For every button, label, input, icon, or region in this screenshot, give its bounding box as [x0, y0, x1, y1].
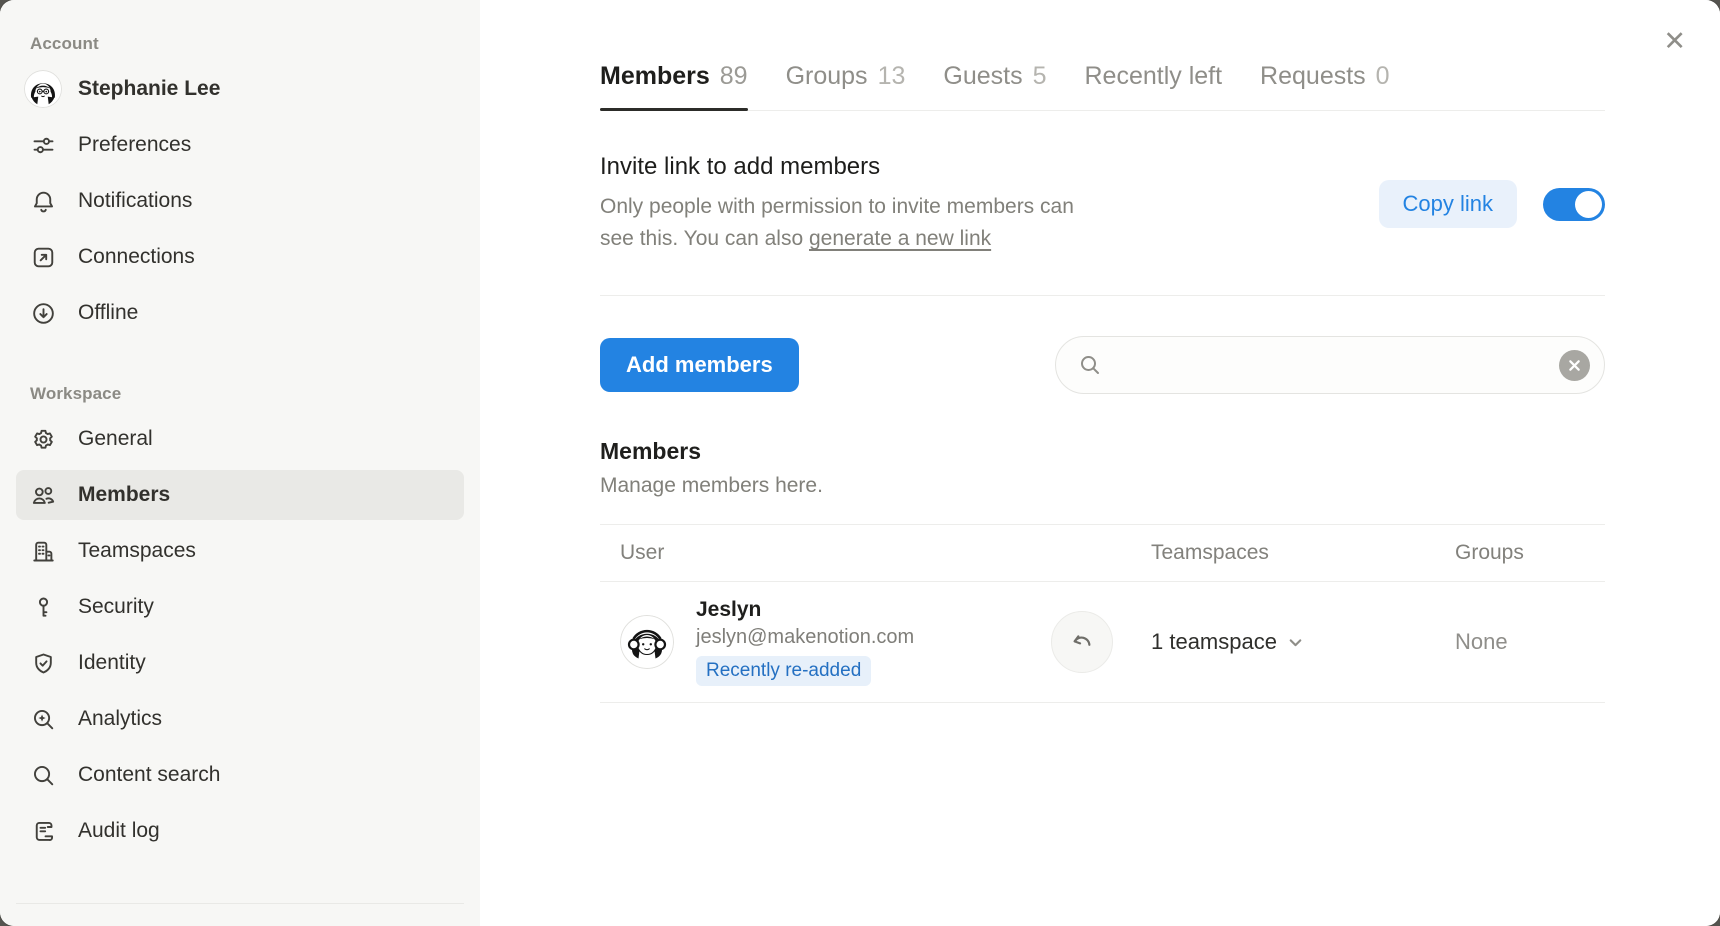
member-search-box[interactable] [1055, 336, 1605, 394]
shield-check-icon [28, 648, 58, 678]
tab-members[interactable]: Members 89 [600, 62, 748, 110]
member-email: jeslyn@makenotion.com [696, 626, 914, 649]
magnifier-icon [28, 760, 58, 790]
section-divider [600, 295, 1605, 296]
user-avatar [24, 70, 62, 108]
member-name: Jeslyn [696, 598, 914, 622]
tab-requests[interactable]: Requests 0 [1260, 62, 1390, 110]
members-section-subtitle: Manage members here. [600, 474, 1605, 498]
download-circle-icon [28, 298, 58, 328]
column-header-teamspaces: Teamspaces [1151, 541, 1455, 565]
sidebar-item-notifications[interactable]: Notifications [16, 176, 464, 226]
chevron-down-icon [1287, 634, 1304, 651]
sidebar-item-label: General [78, 427, 153, 451]
sidebar-item-general[interactable]: General [16, 414, 464, 464]
members-tabs: Members 89 Groups 13 Guests 5 Recently l… [600, 62, 1605, 111]
clear-x-icon [1568, 359, 1581, 372]
close-icon[interactable]: ✕ [1663, 28, 1686, 55]
sidebar-item-preferences[interactable]: Preferences [16, 120, 464, 170]
settings-dialog: Account Stephanie Lee [0, 0, 1720, 926]
sidebar-divider [16, 903, 464, 904]
invite-link-controls: Copy link [1379, 180, 1605, 228]
invite-link-text: Invite link to add members Only people w… [600, 153, 1074, 255]
sidebar-item-identity[interactable]: Identity [16, 638, 464, 688]
sidebar-item-label: Stephanie Lee [78, 77, 220, 101]
undo-icon [1069, 629, 1095, 655]
sidebar-item-label: Content search [78, 763, 220, 787]
sidebar-item-label: Offline [78, 301, 138, 325]
groups-cell: None [1455, 629, 1605, 655]
sidebar-item-label: Audit log [78, 819, 160, 843]
key-icon [28, 592, 58, 622]
search-clear-button[interactable] [1559, 350, 1590, 381]
user-cell: Jeslyn jeslyn@makenotion.com Recently re… [600, 598, 1151, 686]
copy-link-button[interactable]: Copy link [1379, 180, 1517, 228]
sliders-icon [28, 130, 58, 160]
sidebar-item-label: Members [78, 483, 170, 507]
member-status-badge: Recently re-added [696, 656, 871, 686]
sidebar-item-members[interactable]: Members [16, 470, 464, 520]
table-row: Jeslyn jeslyn@makenotion.com Recently re… [600, 582, 1605, 703]
magnifier-sparkle-icon [28, 704, 58, 734]
sidebar-item-account-profile[interactable]: Stephanie Lee [16, 64, 464, 114]
add-members-button[interactable]: Add members [600, 338, 799, 392]
sidebar-item-audit-log[interactable]: Audit log [16, 806, 464, 856]
invite-link-description: Only people with permission to invite me… [600, 191, 1074, 255]
column-header-groups: Groups [1455, 541, 1605, 565]
scroll-icon [28, 816, 58, 846]
members-toolbar: Add members [600, 336, 1605, 394]
teamspaces-dropdown[interactable]: 1 teamspace [1151, 629, 1455, 655]
member-info: Jeslyn jeslyn@makenotion.com Recently re… [696, 598, 914, 686]
sidebar-item-security[interactable]: Security [16, 582, 464, 632]
table-header: User Teamspaces Groups [600, 524, 1605, 582]
generate-new-link[interactable]: generate a new link [809, 227, 991, 250]
invite-link-title: Invite link to add members [600, 153, 1074, 181]
column-header-user: User [600, 541, 1151, 565]
sidebar-item-offline[interactable]: Offline [16, 288, 464, 338]
tab-recently-left[interactable]: Recently left [1084, 62, 1222, 110]
sidebar-item-label: Teamspaces [78, 539, 196, 563]
tab-guests[interactable]: Guests 5 [943, 62, 1046, 110]
sidebar-section-title-workspace: Workspace [16, 384, 464, 404]
people-icon [28, 480, 58, 510]
members-section-title: Members [600, 438, 1605, 465]
members-settings-panel: ✕ Members 89 Groups 13 Guests 5 Recently… [480, 0, 1720, 926]
bell-icon [28, 186, 58, 216]
member-search-input[interactable] [1116, 353, 1545, 377]
sidebar-item-label: Connections [78, 245, 195, 269]
sidebar-item-label: Security [78, 595, 154, 619]
invite-link-section: Invite link to add members Only people w… [600, 153, 1605, 255]
sidebar-item-teamspaces[interactable]: Teamspaces [16, 526, 464, 576]
sidebar-item-label: Analytics [78, 707, 162, 731]
sidebar-item-connections[interactable]: Connections [16, 232, 464, 282]
search-icon [1078, 353, 1102, 377]
sidebar-item-content-search[interactable]: Content search [16, 750, 464, 800]
member-avatar [620, 615, 674, 669]
sidebar-item-analytics[interactable]: Analytics [16, 694, 464, 744]
building-icon [28, 536, 58, 566]
members-table: User Teamspaces Groups [600, 524, 1605, 703]
sidebar-section-title-account: Account [16, 34, 464, 54]
undo-readd-button[interactable] [1051, 611, 1113, 673]
arrow-out-box-icon [28, 242, 58, 272]
settings-sidebar: Account Stephanie Lee [0, 0, 480, 926]
tab-groups[interactable]: Groups 13 [786, 62, 906, 110]
sidebar-item-label: Notifications [78, 189, 192, 213]
gear-icon [28, 424, 58, 454]
sidebar-item-label: Identity [78, 651, 146, 675]
sidebar-item-label: Preferences [78, 133, 191, 157]
invite-link-toggle[interactable] [1543, 188, 1605, 221]
toggle-knob [1575, 191, 1602, 218]
